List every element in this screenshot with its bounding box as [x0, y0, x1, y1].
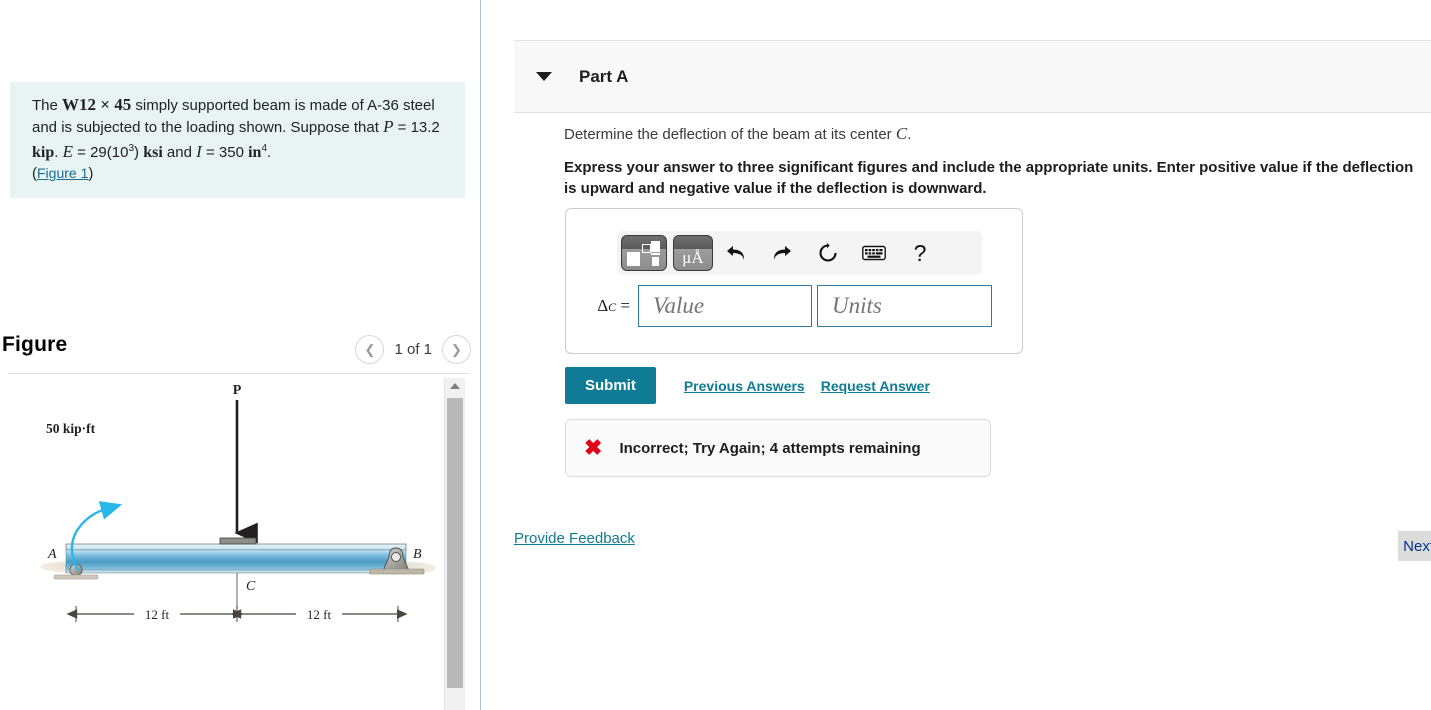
units-icon-label: μÅ — [682, 248, 704, 267]
figure-scrollbar[interactable] — [444, 378, 465, 710]
question-main: Determine the deflection of the beam at … — [564, 126, 896, 143]
request-answer-link[interactable]: Request Answer — [821, 378, 930, 394]
submit-button[interactable]: Submit — [565, 367, 656, 404]
figure-viewport: P 50 kip·ft A B C 12 ft 12 ft — [8, 378, 470, 710]
figure-navigation: ❮ 1 of 1 ❯ — [355, 335, 471, 364]
p-value: = 13.2 — [393, 119, 440, 136]
feedback-message: Incorrect; Try Again; 4 attempts remaini… — [619, 439, 921, 457]
next-button[interactable]: Next — [1398, 531, 1431, 561]
center-label: C — [246, 579, 256, 594]
separator-1: . — [54, 144, 63, 161]
problem-text-1: The — [32, 97, 63, 114]
question-text: Determine the deflection of the beam at … — [564, 124, 911, 144]
dimension-right-label: 12 ft — [307, 607, 332, 622]
math-template-icon[interactable] — [621, 235, 667, 271]
e-value-end: ) — [134, 144, 144, 161]
moment-label: 50 kip·ft — [46, 421, 96, 436]
beam-spec: W12 × 45 — [62, 95, 132, 114]
feedback-banner: ✖ Incorrect; Try Again; 4 attempts remai… — [565, 419, 991, 477]
support-b-label: B — [413, 547, 422, 562]
scroll-up-arrow-icon[interactable] — [445, 378, 465, 394]
i-unit: in — [248, 144, 262, 161]
beam-diagram: P 50 kip·ft A B C 12 ft 12 ft — [40, 383, 436, 622]
question-mark-icon[interactable]: ? — [897, 235, 943, 271]
delta-symbol: Δ — [597, 296, 609, 315]
e-unit: ksi — [143, 144, 163, 161]
figure-1-link[interactable]: Figure 1 — [37, 165, 88, 181]
right-panel: Part A Determine the deflection of the b… — [481, 0, 1431, 710]
part-title: Part A — [579, 66, 629, 86]
answer-entry-box: μÅ ? ΔC = — [565, 208, 1023, 354]
p-unit: kip — [32, 144, 55, 161]
value-input[interactable] — [638, 285, 812, 327]
math-toolbar: μÅ ? — [617, 231, 982, 275]
i-value: = 350 — [201, 144, 249, 161]
equals-sign: = — [616, 296, 630, 315]
units-input[interactable] — [817, 285, 992, 327]
figure-counter: 1 of 1 — [394, 341, 432, 358]
and-text: and — [162, 144, 197, 161]
keyboard-icon[interactable] — [851, 235, 897, 271]
variable-e: E — [62, 142, 73, 161]
previous-answers-link[interactable]: Previous Answers — [684, 378, 805, 394]
period: . — [267, 144, 272, 161]
left-panel: The W12 × 45 simply supported beam is ma… — [0, 0, 481, 710]
reset-circle-icon[interactable] — [805, 235, 851, 271]
x-mark-icon: ✖ — [584, 435, 603, 460]
question-period: . — [907, 126, 912, 143]
action-row: Submit Previous Answers Request Answer — [565, 367, 930, 404]
page-root: The W12 × 45 simply supported beam is ma… — [0, 0, 1431, 710]
figure-divider — [8, 373, 470, 374]
delta-subscript: C — [608, 300, 617, 314]
load-label: P — [233, 383, 242, 398]
caret-down-icon[interactable] — [536, 72, 552, 81]
variable-p: P — [383, 117, 394, 136]
figure-title: Figure — [2, 333, 68, 356]
paren-close: ) — [88, 165, 94, 182]
support-a-label: A — [47, 547, 57, 562]
part-a-header[interactable]: Part A — [514, 40, 1431, 113]
figure-prev-button[interactable]: ❮ — [355, 335, 385, 364]
question-variable-c: C — [895, 124, 908, 143]
provide-feedback-link[interactable]: Provide Feedback — [514, 530, 635, 547]
e-value: = 29(10 — [72, 144, 129, 161]
dimension-left-label: 12 ft — [145, 607, 170, 622]
undo-arrow-icon[interactable] — [713, 235, 759, 271]
delta-c-label: ΔC = — [582, 296, 638, 316]
problem-statement: The W12 × 45 simply supported beam is ma… — [10, 82, 465, 198]
scrollbar-thumb[interactable] — [447, 398, 463, 688]
answer-row: ΔC = — [582, 285, 992, 327]
redo-arrow-icon[interactable] — [759, 235, 805, 271]
units-icon[interactable]: μÅ — [673, 235, 713, 271]
instruction-text: Express your answer to three significant… — [564, 159, 1414, 197]
figure-next-button[interactable]: ❯ — [442, 335, 471, 364]
